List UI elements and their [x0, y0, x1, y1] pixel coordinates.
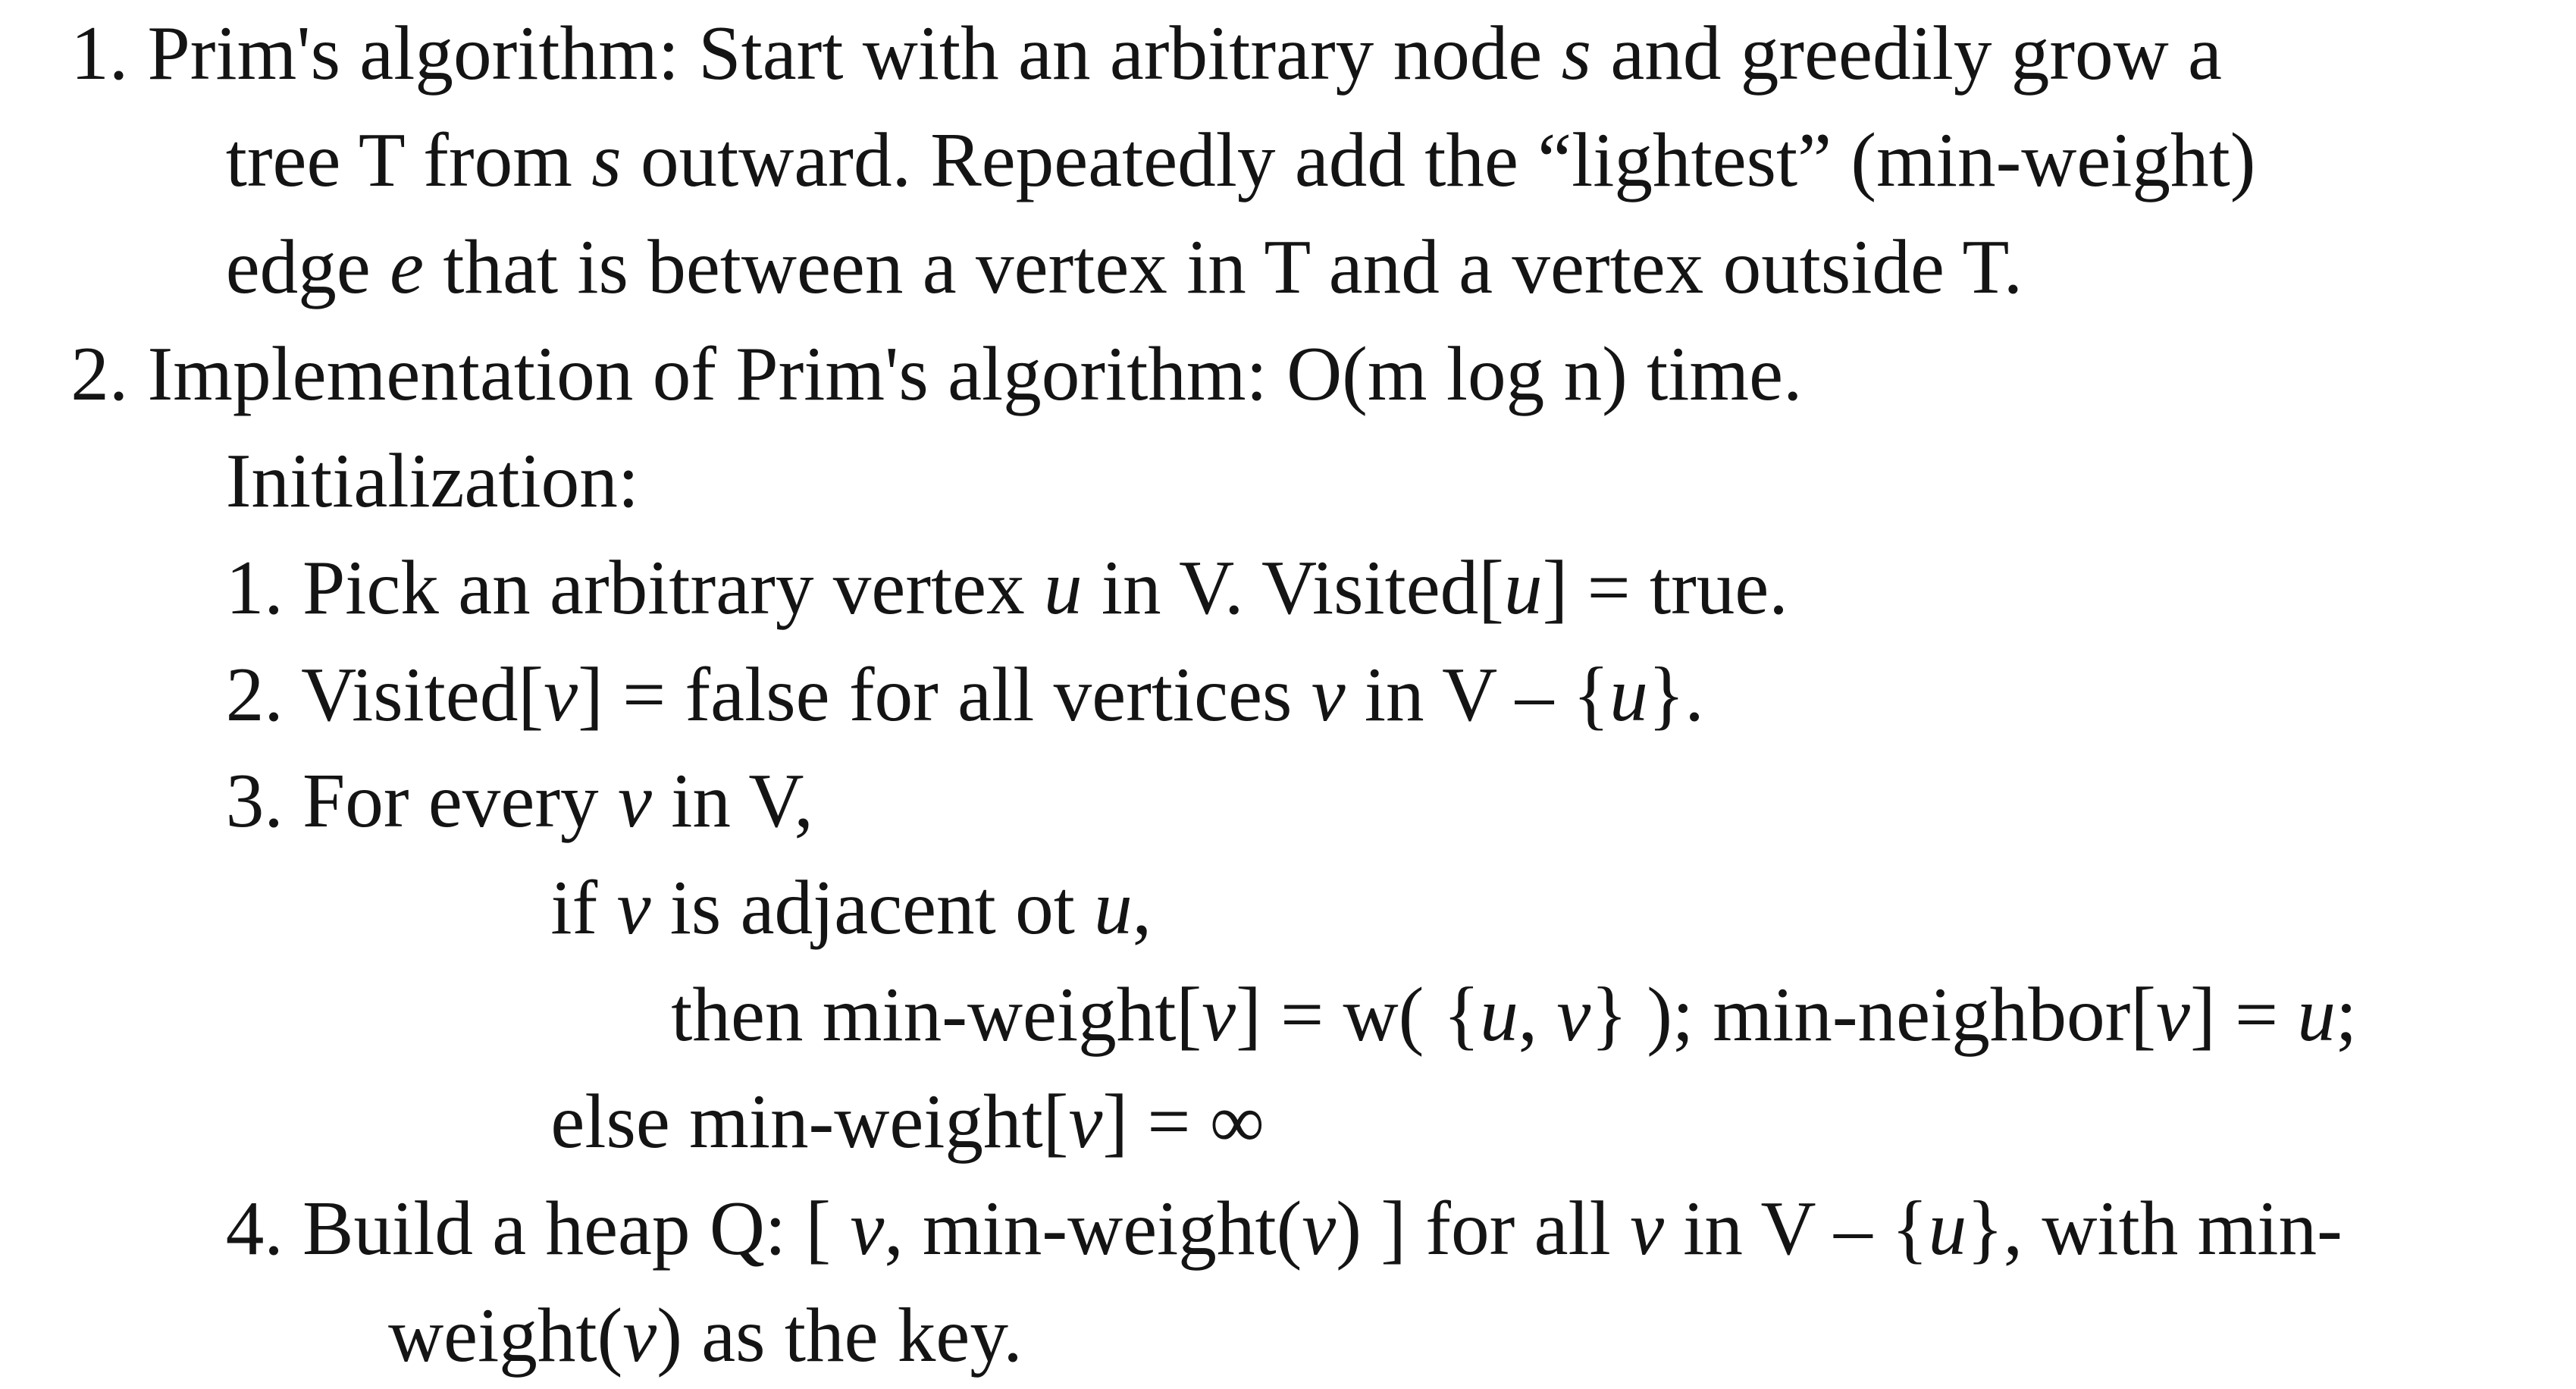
init-step-2: 2. Visited[v] = false for all vertices v…	[226, 641, 1704, 748]
item-1-line-1: 1. Prim's algorithm: Start with an arbit…	[71, 0, 2222, 107]
math-variable: v	[1302, 1186, 1337, 1271]
math-variable: u	[1503, 544, 1543, 630]
init-step-3-line-1: 3. For every v in V,	[226, 748, 813, 854]
step-number: 4.	[225, 1186, 284, 1271]
math-variable: v	[850, 1186, 885, 1271]
init-step-4-line-2: weight(v) as the key.	[388, 1282, 1023, 1389]
line-text: edge e that is between a vertex in T and…	[225, 224, 2023, 309]
step-number: 2.	[225, 651, 284, 737]
math-variable: v	[1556, 972, 1591, 1058]
math-variable: v	[617, 758, 652, 844]
line-text: tree T from s outward. Repeatedly add th…	[225, 117, 2256, 202]
line-text: Implementation of Prim's algorithm: O(m …	[147, 331, 1803, 416]
init-step-4-line-1: 4. Build a heap Q: [ v, min-weight(v) ] …	[226, 1175, 2343, 1282]
math-variable: u	[1609, 651, 1648, 737]
item-number: 2.	[71, 331, 129, 416]
math-variable: v	[622, 1293, 657, 1378]
math-variable: v	[1068, 1079, 1103, 1165]
math-variable: v	[1311, 651, 1346, 737]
math-variable: u	[1094, 865, 1133, 951]
line-text: Pick an arbitrary vertex u in V. Visited…	[302, 544, 1788, 630]
math-variable: v	[1630, 1186, 1664, 1271]
item-1-line-3: edge e that is between a vertex in T and…	[226, 214, 2023, 321]
math-variable: v	[2156, 972, 2190, 1058]
item-1-line-2: tree T from s outward. Repeatedly add th…	[226, 107, 2256, 214]
math-variable: s	[1561, 11, 1592, 96]
line-text: weight(v) as the key.	[388, 1293, 1023, 1378]
math-variable: u	[2297, 972, 2336, 1058]
line-text: then min-weight[v] = w( {u, v} ); min-ne…	[671, 972, 2358, 1058]
line-text: Visited[v] = false for all vertices v in…	[301, 651, 1704, 737]
init-step-1: 1. Pick an arbitrary vertex u in V. Visi…	[226, 535, 1788, 641]
math-variable: u	[1044, 544, 1083, 630]
math-variable: u	[1928, 1186, 1967, 1271]
line-text: Initialization:	[225, 437, 640, 523]
math-variable: u	[1480, 972, 1518, 1058]
item-2-line-1: 2. Implementation of Prim's algorithm: O…	[71, 321, 1802, 428]
item-number: 1.	[71, 11, 129, 96]
document-page: 1. Prim's algorithm: Start with an arbit…	[0, 0, 2576, 1386]
step-number: 1.	[225, 544, 284, 630]
init-step-3-line-4: else min-weight[v] = ∞	[550, 1068, 1264, 1175]
line-text: Prim's algorithm: Start with an arbitrar…	[147, 11, 2222, 96]
line-text: if v is adjacent ot u,	[550, 865, 1152, 951]
step-number: 3.	[225, 758, 284, 844]
item-2-line-2: Initialization:	[226, 428, 639, 535]
math-variable: s	[591, 117, 622, 202]
line-text: For every v in V,	[302, 758, 813, 844]
math-variable: e	[390, 224, 425, 309]
math-variable: v	[1202, 972, 1236, 1058]
line-text: Build a heap Q: [ v, min-weight(v) ] for…	[302, 1186, 2343, 1271]
math-variable: v	[616, 865, 651, 951]
line-text: else min-weight[v] = ∞	[550, 1079, 1264, 1165]
math-variable: v	[544, 651, 578, 737]
init-step-3-line-2: if v is adjacent ot u,	[550, 854, 1152, 961]
init-step-3-line-3: then min-weight[v] = w( {u, v} ); min-ne…	[671, 961, 2357, 1068]
